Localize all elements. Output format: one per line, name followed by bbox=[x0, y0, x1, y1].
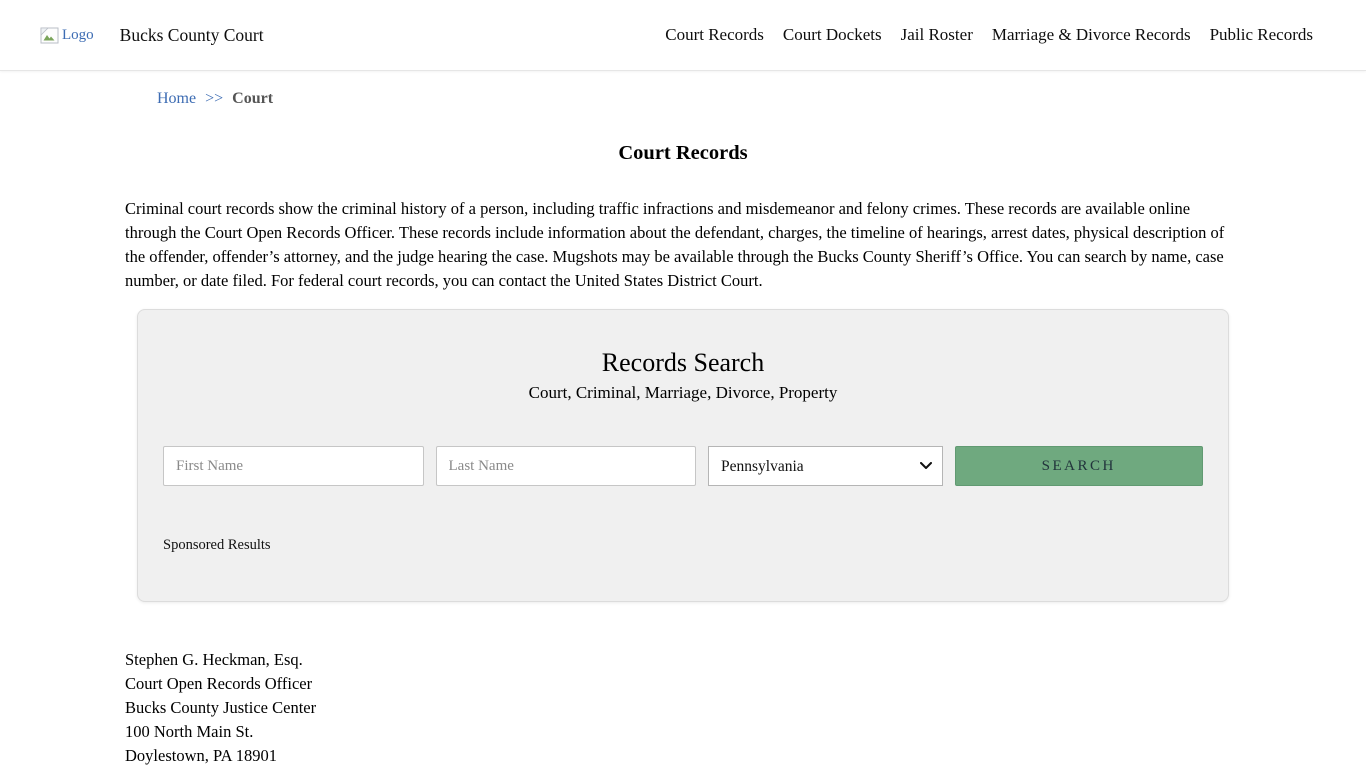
search-button[interactable]: SEARCH bbox=[955, 446, 1204, 486]
state-select[interactable]: Pennsylvania bbox=[708, 446, 943, 486]
logo-broken-image-icon bbox=[40, 27, 59, 44]
nav-item-marriage-divorce-records[interactable]: Marriage & Divorce Records bbox=[992, 25, 1191, 45]
footer-address-line: Bucks County Justice Center bbox=[125, 696, 1241, 720]
header: Logo Bucks County Court Court Records Co… bbox=[0, 0, 1366, 71]
footer-address-line: 100 North Main St. bbox=[125, 720, 1241, 744]
nav-item-court-records[interactable]: Court Records bbox=[665, 25, 764, 45]
site-title: Bucks County Court bbox=[120, 25, 264, 46]
breadcrumb-current: Court bbox=[232, 90, 273, 107]
footer-address-line: Doylestown, PA 18901 bbox=[125, 744, 1241, 768]
nav-item-court-dockets[interactable]: Court Dockets bbox=[783, 25, 882, 45]
footer-address-line: Court Open Records Officer bbox=[125, 672, 1241, 696]
search-form: Pennsylvania SEARCH bbox=[163, 446, 1203, 486]
logo-link[interactable]: Logo bbox=[40, 27, 94, 44]
breadcrumb-home-link[interactable]: Home bbox=[157, 90, 196, 107]
breadcrumb-separator: >> bbox=[205, 90, 223, 107]
main-nav: Court Records Court Dockets Jail Roster … bbox=[665, 25, 1313, 45]
records-search-title: Records Search bbox=[163, 348, 1203, 378]
last-name-input[interactable] bbox=[436, 446, 697, 486]
first-name-input[interactable] bbox=[163, 446, 424, 486]
breadcrumb: Home >> Court bbox=[157, 90, 1366, 108]
brand: Logo Bucks County Court bbox=[40, 25, 264, 46]
page: Logo Bucks County Court Court Records Co… bbox=[0, 0, 1366, 768]
sponsored-results-label: Sponsored Results bbox=[163, 536, 1203, 554]
records-search-subtitle: Court, Criminal, Marriage, Divorce, Prop… bbox=[163, 382, 1203, 404]
nav-item-public-records[interactable]: Public Records bbox=[1210, 25, 1313, 45]
intro-paragraph: Criminal court records show the criminal… bbox=[125, 197, 1241, 293]
footer-address: Stephen G. Heckman, Esq. Court Open Reco… bbox=[125, 648, 1241, 768]
footer-address-line: Stephen G. Heckman, Esq. bbox=[125, 648, 1241, 672]
nav-item-jail-roster[interactable]: Jail Roster bbox=[901, 25, 973, 45]
logo-alt-text: Logo bbox=[62, 27, 94, 44]
state-select-wrap: Pennsylvania bbox=[708, 446, 943, 486]
records-search-panel: Records Search Court, Criminal, Marriage… bbox=[137, 309, 1229, 602]
page-title: Court Records bbox=[0, 141, 1366, 165]
